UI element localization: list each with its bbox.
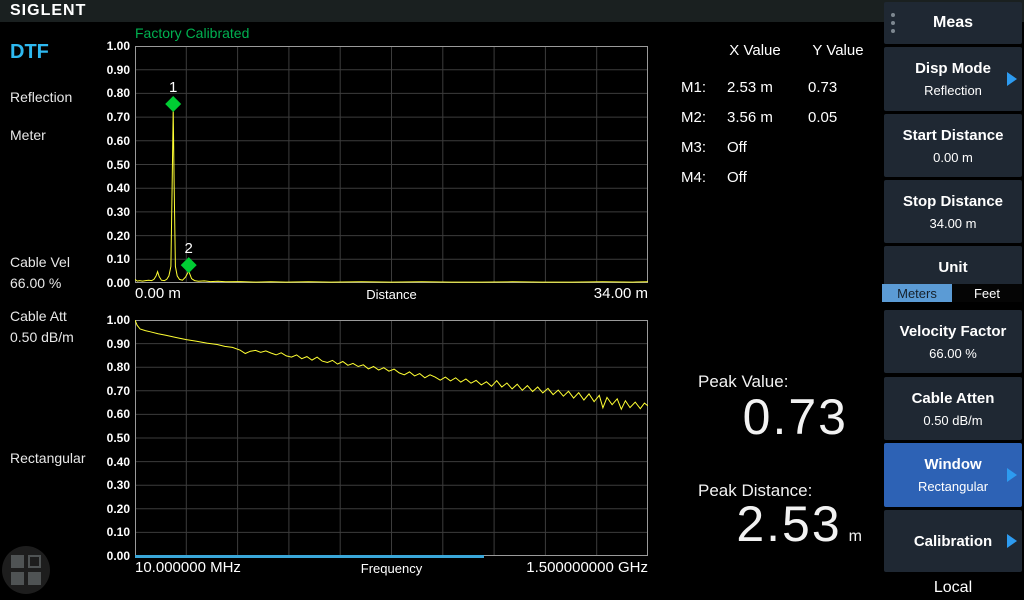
freq-chart-plot[interactable] [135, 320, 648, 556]
calibration-button-label: Calibration [914, 533, 992, 550]
y-tick-label: 0.30 [107, 478, 130, 492]
menu-header-label: Meas [933, 14, 973, 32]
y-tick-label: 0.00 [107, 276, 130, 290]
y-tick-label: 1.00 [107, 313, 130, 327]
freq-x-end-label: 1.500000000 GHz [135, 559, 648, 576]
sweep-progress-bar [135, 555, 484, 558]
marker-name: M1: [681, 79, 706, 96]
y-tick-label: 0.00 [107, 549, 130, 563]
y-tick-label: 0.50 [107, 431, 130, 445]
marker-name: M4: [681, 169, 706, 186]
disp-mode-button-value: Reflection [924, 83, 982, 98]
unit-status: Meter [10, 127, 46, 143]
y-tick-label: 0.60 [107, 134, 130, 148]
calibration-button[interactable]: Calibration [884, 510, 1022, 572]
top-bar: SIGLENT [0, 0, 1024, 22]
y-tick-label: 0.90 [107, 63, 130, 77]
start-distance-button[interactable]: Start Distance 0.00 m [884, 114, 1022, 177]
start-distance-button-value: 0.00 m [933, 150, 973, 165]
marker-x-value: Off [727, 169, 747, 186]
siglent-logo: SIGLENT [10, 2, 86, 20]
y-tick-label: 0.10 [107, 252, 130, 266]
start-distance-button-label: Start Distance [903, 127, 1004, 144]
marker-number-label: 1 [169, 79, 177, 96]
marker-x-value: Off [727, 139, 747, 156]
home-menu-button[interactable] [2, 546, 50, 594]
y-tick-label: 0.30 [107, 205, 130, 219]
window-button-label: Window [924, 456, 981, 473]
marker-y-value: 0.73 [808, 79, 837, 96]
peak-distance-number: 2.53 [736, 495, 841, 553]
unit-toggle: Meters Feet [882, 284, 1022, 302]
freq-chart-y-axis: 1.000.900.800.700.600.500.400.300.200.10… [96, 320, 130, 556]
cable-atten-button-value: 0.50 dB/m [923, 413, 982, 428]
y-tick-label: 0.40 [107, 455, 130, 469]
y-tick-label: 0.70 [107, 384, 130, 398]
grid-icon [28, 572, 41, 585]
stop-distance-button[interactable]: Stop Distance 34.00 m [884, 180, 1022, 243]
stop-distance-button-value: 34.00 m [930, 216, 977, 231]
y-tick-label: 0.20 [107, 502, 130, 516]
cable-att-status-label: Cable Att [10, 308, 67, 324]
dtf-x-end-label: 34.00 m [135, 285, 648, 302]
marker-col-x-header: X Value [715, 42, 795, 59]
marker-y-value: 0.05 [808, 109, 837, 126]
marker-name: M3: [681, 139, 706, 156]
grid-icon [28, 555, 41, 568]
window-button-value: Rectangular [918, 479, 988, 494]
dtf-chart-plot[interactable]: 12 [135, 46, 648, 283]
velocity-factor-button-value: 66.00 % [929, 346, 977, 361]
y-tick-label: 0.90 [107, 337, 130, 351]
instrument-screen: SIGLENT DTF Reflection Meter Cable Vel 6… [0, 0, 1024, 600]
peak-distance-unit: m [849, 528, 862, 546]
y-tick-label: 0.80 [107, 86, 130, 100]
window-status: Rectangular [10, 450, 86, 466]
mode-label: DTF [10, 41, 49, 64]
submenu-arrow-icon [1007, 534, 1017, 548]
y-tick-label: 0.50 [107, 158, 130, 172]
y-tick-label: 0.20 [107, 229, 130, 243]
y-tick-label: 0.10 [107, 525, 130, 539]
peak-value-readout: 0.73 [690, 388, 848, 446]
marker-x-value: 3.56 m [727, 109, 773, 126]
stop-distance-button-label: Stop Distance [903, 193, 1003, 210]
cable-atten-button[interactable]: Cable Atten 0.50 dB/m [884, 377, 1022, 440]
dtf-chart-y-axis: 1.000.900.800.700.600.500.400.300.200.10… [96, 46, 130, 283]
cable-vel-status-value: 66.00 % [10, 275, 61, 291]
unit-option-meters[interactable]: Meters [882, 284, 952, 302]
window-button[interactable]: Window Rectangular [884, 443, 1022, 507]
calibration-status: Factory Calibrated [135, 25, 249, 41]
marker-col-y-header: Y Value [798, 42, 878, 59]
unit-button-label: Unit [938, 259, 967, 276]
marker-x-value: 2.53 m [727, 79, 773, 96]
peak-distance-readout: 2.53 m [660, 495, 862, 553]
y-tick-label: 0.80 [107, 360, 130, 374]
local-status-button[interactable]: Local [882, 575, 1024, 600]
y-tick-label: 0.40 [107, 181, 130, 195]
y-tick-label: 0.70 [107, 110, 130, 124]
unit-option-feet[interactable]: Feet [952, 284, 1022, 302]
disp-mode-button-label: Disp Mode [915, 60, 991, 77]
velocity-factor-button-label: Velocity Factor [900, 323, 1007, 340]
submenu-arrow-icon [1007, 72, 1017, 86]
drag-handle-icon [891, 13, 895, 33]
grid-icon [11, 572, 24, 585]
cable-atten-button-label: Cable Atten [912, 390, 995, 407]
marker-number-label: 2 [185, 240, 193, 257]
velocity-factor-button[interactable]: Velocity Factor 66.00 % [884, 310, 1022, 373]
grid-icon [11, 555, 24, 568]
cable-att-status-value: 0.50 dB/m [10, 329, 74, 345]
disp-mode-status: Reflection [10, 89, 72, 105]
y-tick-label: 0.60 [107, 407, 130, 421]
marker-name: M2: [681, 109, 706, 126]
marker-diamond-icon [165, 96, 181, 112]
menu-header-meas[interactable]: Meas [884, 2, 1022, 44]
cable-vel-status-label: Cable Vel [10, 254, 70, 270]
submenu-arrow-icon [1007, 468, 1017, 482]
disp-mode-button[interactable]: Disp Mode Reflection [884, 47, 1022, 111]
y-tick-label: 1.00 [107, 39, 130, 53]
